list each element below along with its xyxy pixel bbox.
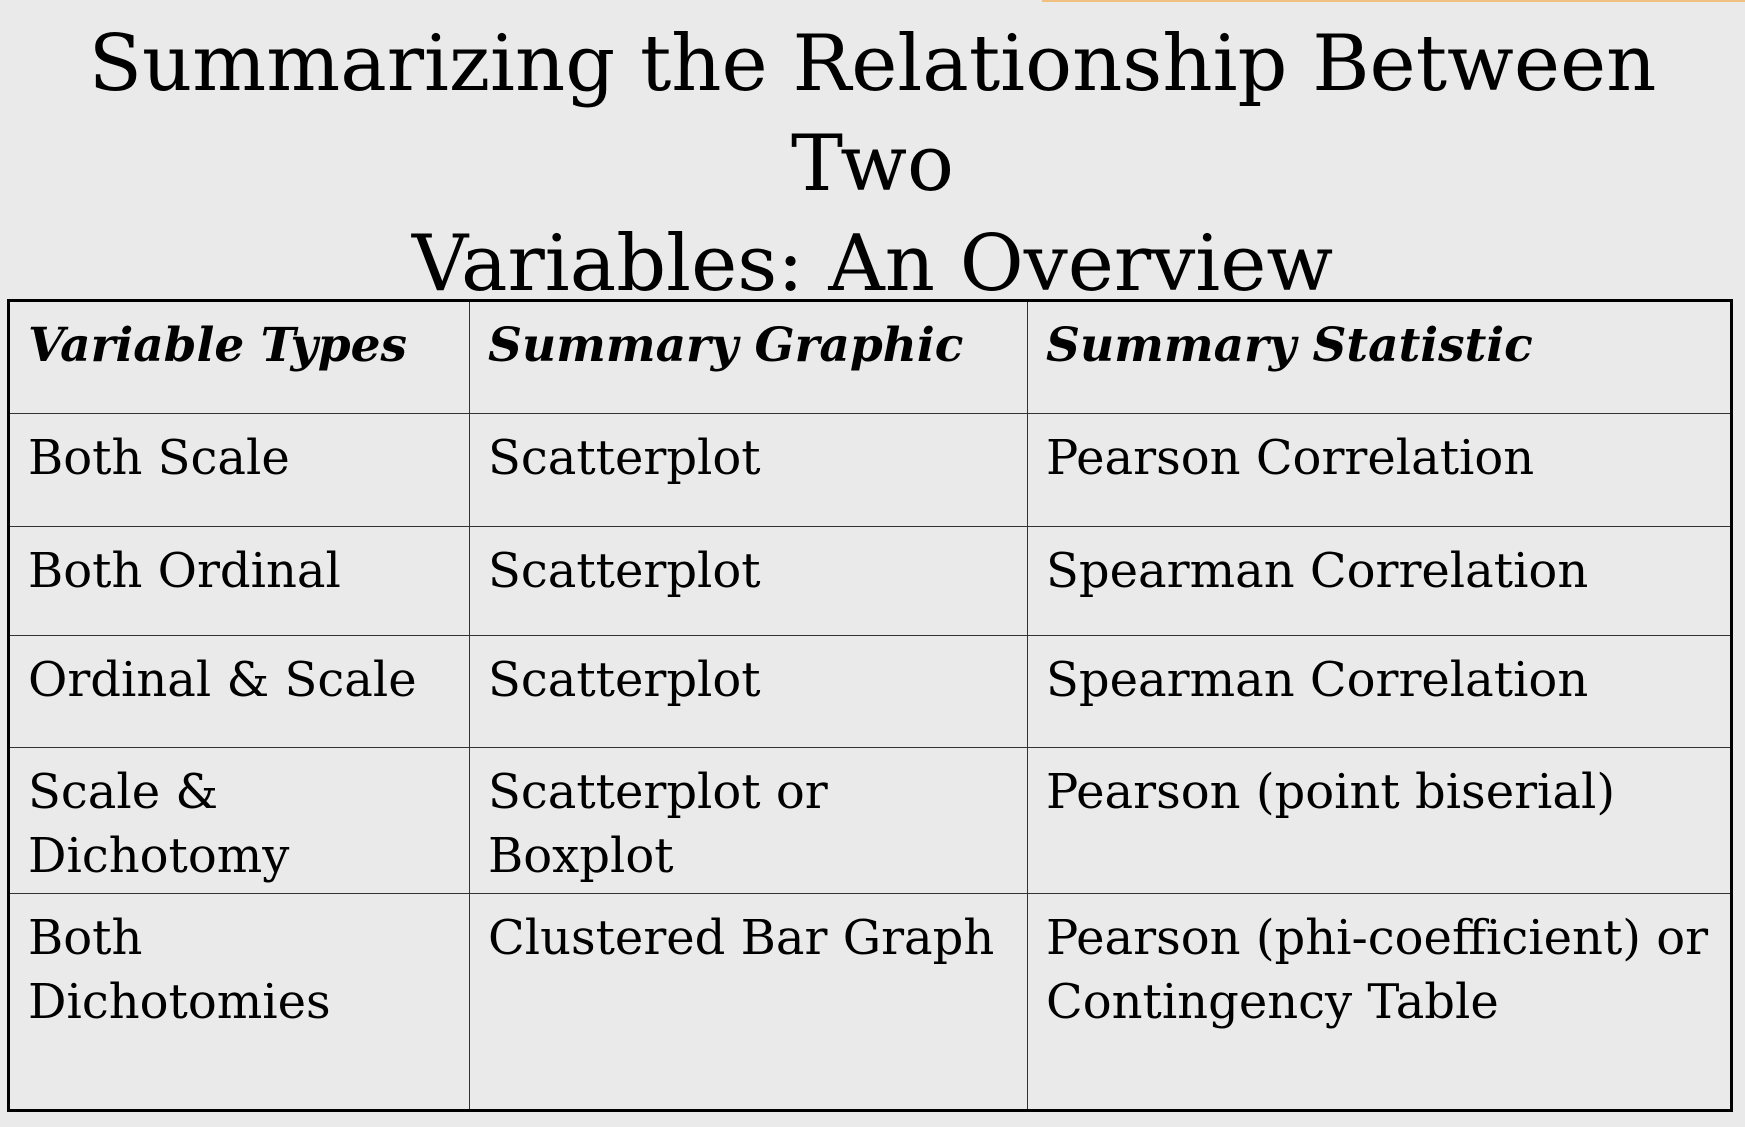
cell-summary-statistic: Pearson (point biserial) (1027, 747, 1732, 894)
slide-title-line-1: Summarizing the Relationship Between Two (88, 19, 1657, 209)
table-row: Scale & Dichotomy Scatterplot or Boxplot… (8, 747, 1732, 894)
table-row: Ordinal & Scale Scatterplot Spearman Cor… (8, 635, 1732, 748)
table-row: Both Dichotomies Clustered Bar Graph Pea… (8, 893, 1732, 1111)
table-row: Both Ordinal Scatterplot Spearman Correl… (8, 526, 1732, 636)
slide-title: Summarizing the Relationship Between Two… (0, 14, 1745, 314)
top-accent-line (1042, 0, 1745, 2)
cell-variable-types: Both Ordinal (8, 526, 470, 636)
cell-summary-statistic: Spearman Correlation (1027, 526, 1732, 636)
cell-summary-graphic: Scatterplot or Boxplot (469, 747, 1028, 894)
cell-summary-graphic: Scatterplot (469, 413, 1028, 527)
cell-summary-statistic: Pearson Correlation (1027, 413, 1732, 527)
header-summary-graphic: Summary Graphic (469, 300, 1028, 414)
header-variable-types: Variable Types (8, 300, 470, 414)
cell-summary-statistic: Pearson (phi-coefficient) or Contingency… (1027, 893, 1732, 1111)
cell-variable-types: Both Dichotomies (8, 893, 470, 1111)
table-row: Both Scale Scatterplot Pearson Correlati… (8, 413, 1732, 527)
cell-variable-types: Ordinal & Scale (8, 635, 470, 748)
cell-summary-graphic: Scatterplot (469, 635, 1028, 748)
table-header-row: Variable Types Summary Graphic Summary S… (8, 300, 1732, 414)
header-summary-statistic: Summary Statistic (1027, 300, 1732, 414)
overview-table: Variable Types Summary Graphic Summary S… (7, 299, 1733, 1112)
cell-variable-types: Scale & Dichotomy (8, 747, 470, 894)
cell-variable-types: Both Scale (8, 413, 470, 527)
cell-summary-graphic: Clustered Bar Graph (469, 893, 1028, 1111)
cell-summary-statistic: Spearman Correlation (1027, 635, 1732, 748)
cell-summary-graphic: Scatterplot (469, 526, 1028, 636)
